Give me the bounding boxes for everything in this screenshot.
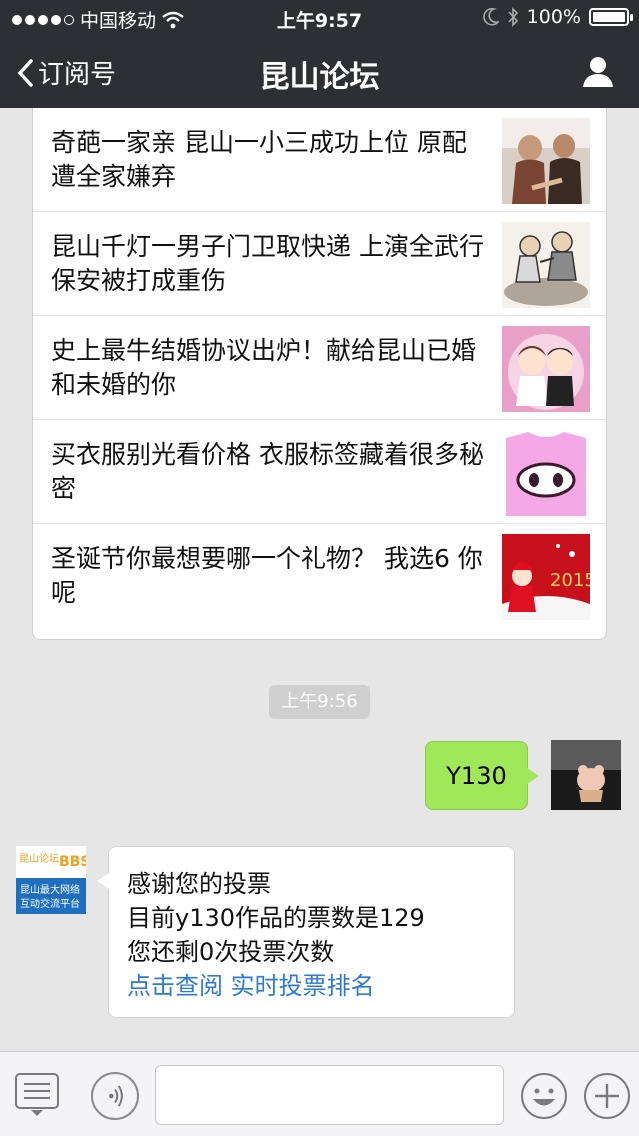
account-avatar[interactable]: 昆山论坛 BBS 昆山最大网络 互动交流平台 <box>16 846 86 914</box>
voice-icon[interactable] <box>91 1072 139 1120</box>
plus-icon[interactable] <box>583 1072 631 1120</box>
article-row[interactable]: 买衣服别光看价格 衣服标签藏着很多秘密 <box>33 420 606 524</box>
battery-percent: 100% <box>526 6 581 28</box>
incoming-message-bubble: 感谢您的投票 目前y130作品的票数是129 您还剩0次投票次数 点击查阅 实时… <box>97 846 515 1018</box>
article-row[interactable]: 史上最牛结婚协议出炉！献给昆山已婚和未婚的你 <box>33 316 606 420</box>
message-timestamp: 上午9:56 <box>269 685 370 719</box>
top-bar: 中国移动 上午9:57 100% 订阅号 昆山论坛 <box>0 0 639 108</box>
cartoon-fight-icon <box>502 222 590 308</box>
article-card: 奇葩一家亲 昆山一小三成功上位 原配遭全家嫌弃 昆山千灯一男子门卫取快递 上演全… <box>32 108 607 640</box>
ranking-link[interactable]: 实时投票排名 <box>231 972 375 1000</box>
article-title: 圣诞节你最想要哪一个礼物？ 我选6 你呢 <box>51 544 483 607</box>
pink-pig-shirt-icon <box>502 430 590 516</box>
page-title: 昆山论坛 <box>259 60 380 95</box>
svg-text:昆山最大网络: 昆山最大网络 <box>20 883 80 896</box>
outgoing-message-bubble[interactable]: Y130 <box>425 741 539 810</box>
nav-bar: 订阅号 昆山论坛 <box>0 36 639 108</box>
vote-thanks-text: 感谢您的投票 <box>127 870 271 898</box>
couple-photo-icon <box>502 118 590 204</box>
bluetooth-icon <box>508 7 518 27</box>
article-title: 昆山千灯一男子门卫取快递 上演全武行 保安被打成重伤 <box>51 232 484 295</box>
christmas-card-icon: 2015 <box>502 534 590 620</box>
article-row[interactable]: 奇葩一家亲 昆山一小三成功上位 原配遭全家嫌弃 <box>33 108 606 212</box>
message-input[interactable] <box>155 1065 504 1125</box>
emoji-icon[interactable] <box>520 1072 568 1120</box>
article-row[interactable]: 昆山千灯一男子门卫取快递 上演全武行 保安被打成重伤 <box>33 212 606 316</box>
battery-icon <box>589 8 633 26</box>
article-title: 买衣服别光看价格 衣服标签藏着很多秘密 <box>51 440 484 503</box>
link-line: 点击查阅 实时投票排名 <box>127 969 496 1003</box>
status-right: 100% <box>482 6 633 28</box>
moon-icon <box>482 8 499 26</box>
menu-toggle-icon[interactable] <box>14 1072 60 1116</box>
svg-text:昆山论坛: 昆山论坛 <box>19 852 59 865</box>
status-bar: 中国移动 上午9:57 100% <box>0 0 639 36</box>
view-link[interactable]: 点击查阅 <box>127 972 223 1000</box>
svg-text:BBS: BBS <box>59 854 86 870</box>
article-row[interactable]: 圣诞节你最想要哪一个礼物？ 我选6 你呢 2015 <box>33 524 606 628</box>
votes-remaining-text: 您还剩0次投票次数 <box>127 938 335 966</box>
cartoon-bride-groom-icon <box>502 326 590 412</box>
article-title: 奇葩一家亲 昆山一小三成功上位 原配遭全家嫌弃 <box>51 128 467 191</box>
user-avatar[interactable] <box>551 740 621 810</box>
svg-text:2015: 2015 <box>550 570 590 591</box>
profile-icon[interactable] <box>581 54 615 88</box>
vote-count-text: 目前y130作品的票数是129 <box>127 904 425 932</box>
svg-text:互动交流平台: 互动交流平台 <box>20 897 80 910</box>
article-title: 史上最牛结婚协议出炉！献给昆山已婚和未婚的你 <box>51 336 477 399</box>
input-bar <box>0 1051 639 1136</box>
